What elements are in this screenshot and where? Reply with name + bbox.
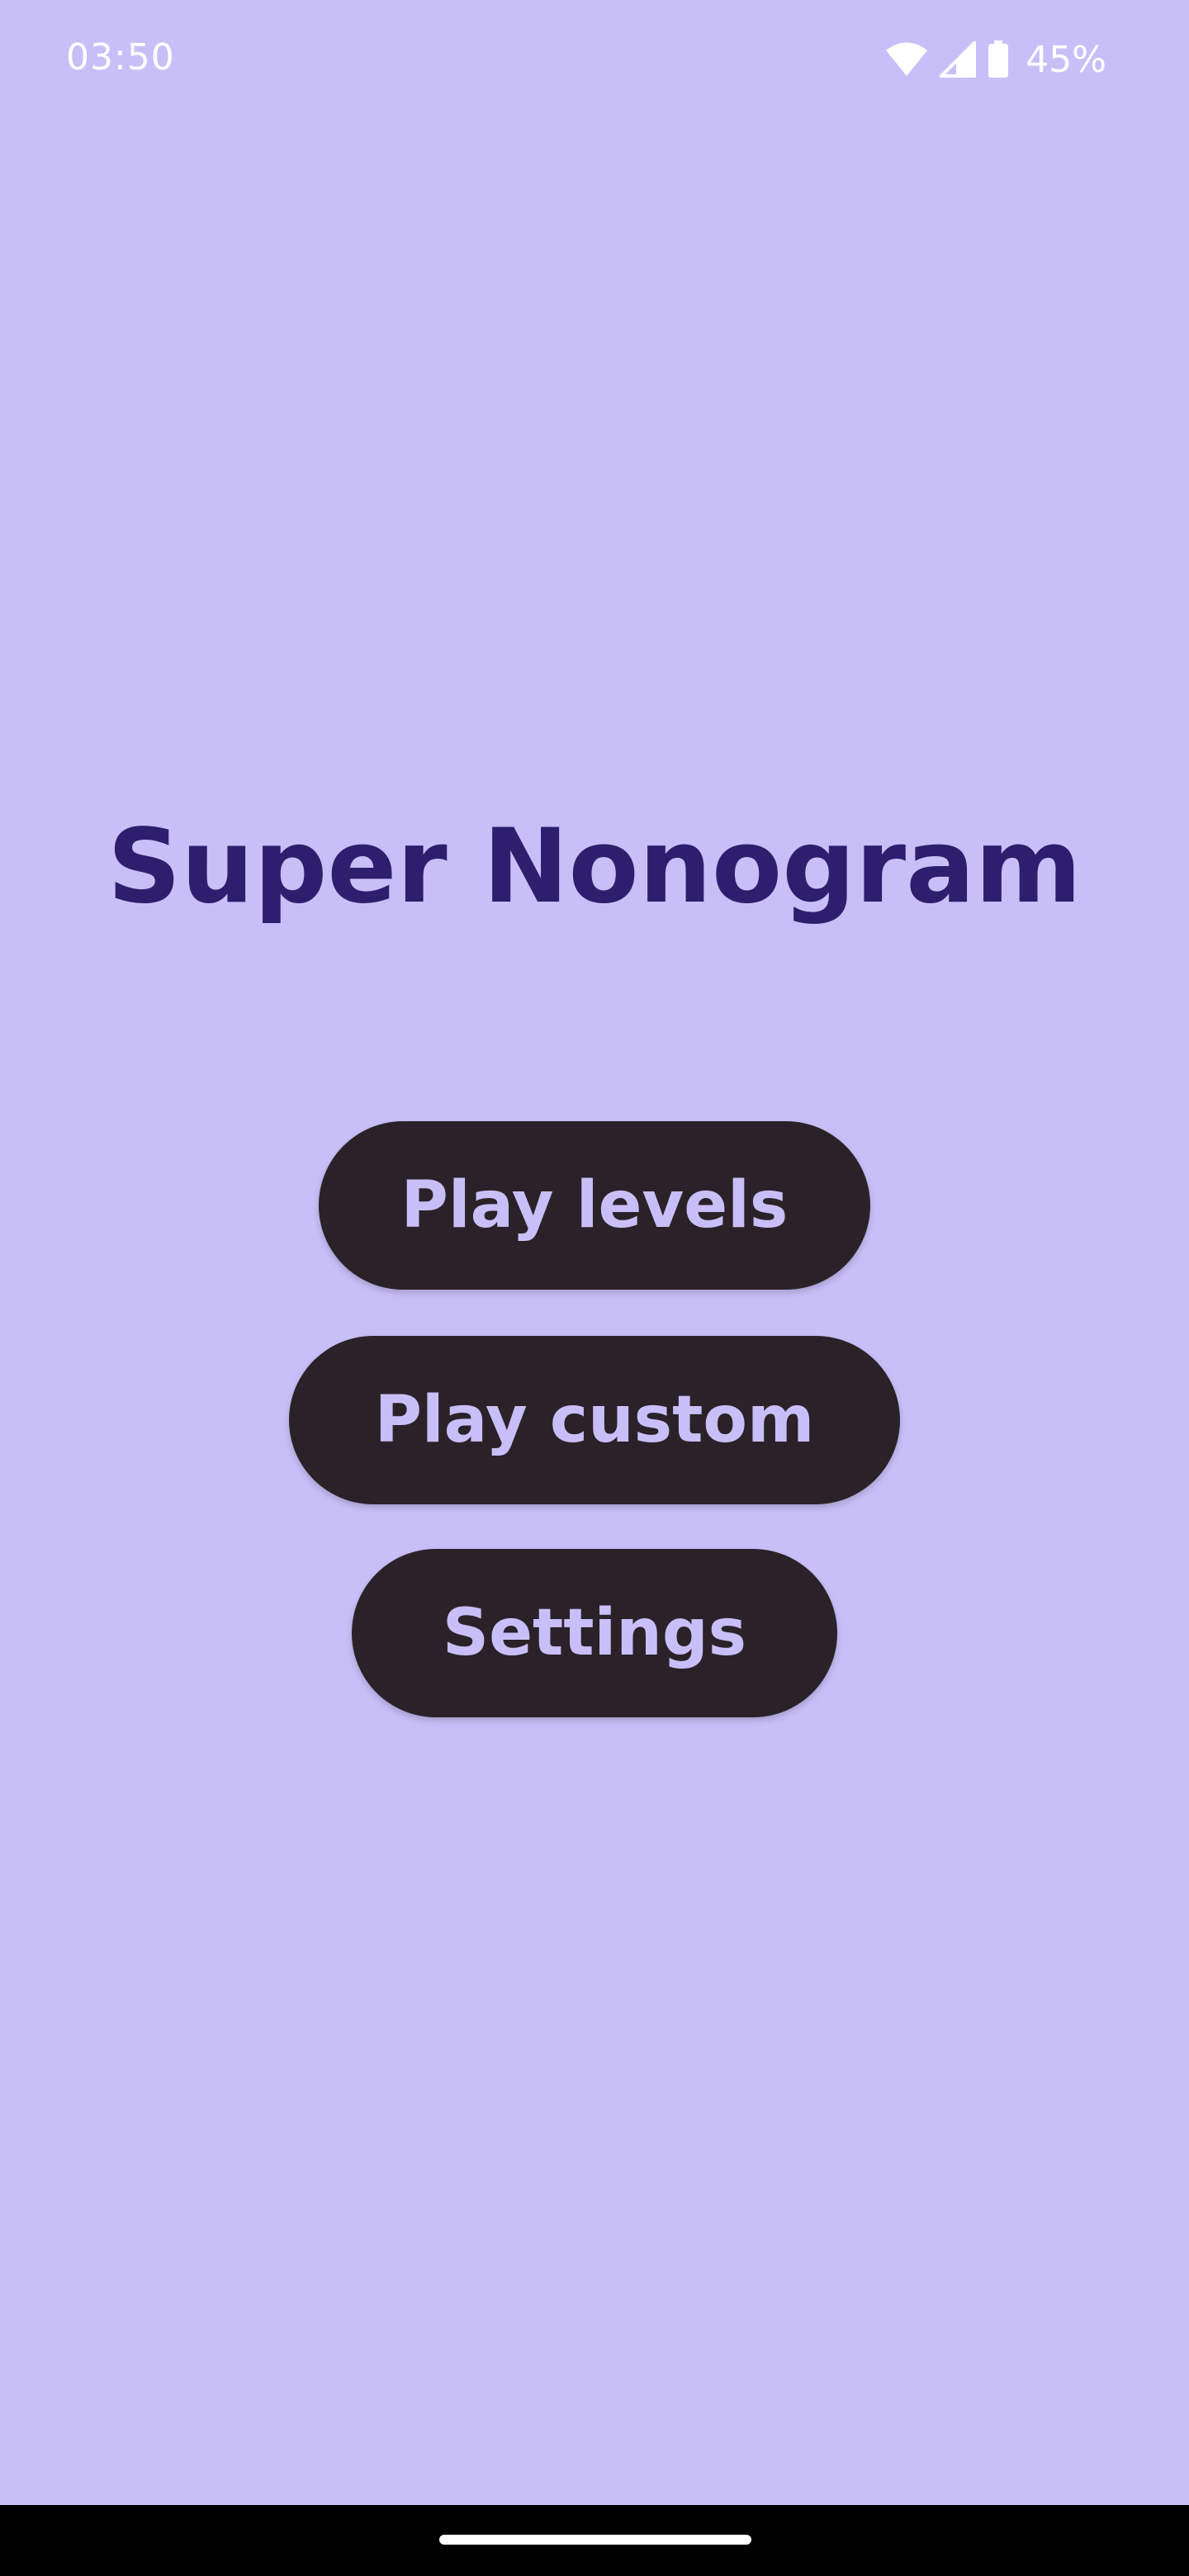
wifi-icon	[885, 41, 928, 78]
play-levels-button[interactable]: Play levels	[319, 1121, 870, 1290]
status-time: 03:50	[66, 36, 175, 78]
cell-signal-icon	[940, 41, 977, 78]
settings-button[interactable]: Settings	[352, 1549, 837, 1717]
app-title: Super Nonogram	[107, 807, 1082, 926]
home-indicator[interactable]	[439, 2535, 751, 2545]
battery-percent: 45%	[1026, 38, 1106, 81]
battery-icon	[988, 40, 1009, 78]
status-icons: 45%	[885, 36, 1106, 83]
status-bar: 03:50 45%	[0, 0, 1189, 119]
play-levels-label: Play levels	[400, 1168, 789, 1243]
play-custom-label: Play custom	[374, 1383, 815, 1457]
play-custom-button[interactable]: Play custom	[289, 1336, 900, 1504]
settings-label: Settings	[442, 1596, 747, 1670]
